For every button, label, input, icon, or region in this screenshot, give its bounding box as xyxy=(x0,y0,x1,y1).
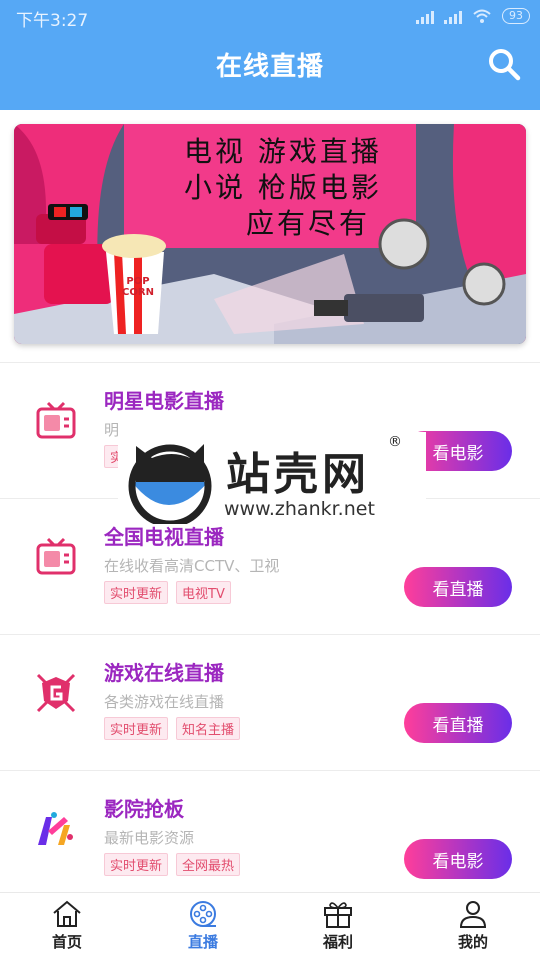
status-icons: 93 xyxy=(416,8,530,24)
tag: 电视TV xyxy=(176,581,231,604)
nav-home[interactable]: 首页 xyxy=(27,899,107,952)
watermark-url: www.zhankr.net xyxy=(224,498,375,520)
watch-live-button[interactable]: 看直播 xyxy=(404,703,512,743)
promo-banner[interactable]: 电视 游戏直播 小说 枪版电影 应有尽有 POP CORN xyxy=(14,124,526,344)
watermark-brand: 站壳网 xyxy=(226,449,370,500)
red-cinema-chair xyxy=(44,244,114,304)
signal-icon xyxy=(416,8,434,24)
nav-label: 直播 xyxy=(187,933,218,951)
home-icon xyxy=(53,900,81,927)
app-header: 在线直播 xyxy=(0,34,540,110)
tag: 实时更新 xyxy=(104,853,169,876)
nav-mine[interactable]: 我的 xyxy=(433,899,513,952)
nav-label: 首页 xyxy=(51,933,82,951)
card-subtitle: 各类游戏在线直播 xyxy=(104,693,225,711)
page-title: 在线直播 xyxy=(215,52,324,82)
game-shield-icon xyxy=(36,673,76,713)
card-subtitle: 在线收看高清CCTV、卫视 xyxy=(104,557,280,575)
battery-indicator: 93 xyxy=(502,8,530,24)
bottom-nav: 首页 直播 福利 我的 xyxy=(0,892,540,961)
cat-logo-icon xyxy=(128,444,212,528)
watermark: 站壳网 ® www.zhankr.net xyxy=(118,432,426,528)
list-item-cinema-cam[interactable]: 影院抢板 最新电影资源 实时更新 全网最热 看电影 xyxy=(0,770,540,905)
nav-welfare[interactable]: 福利 xyxy=(298,899,378,952)
cinema-logo-icon xyxy=(38,812,73,845)
wifi-icon xyxy=(473,9,491,23)
tag: 实时更新 xyxy=(104,717,169,740)
tag: 实时更新 xyxy=(104,581,169,604)
card-tags: 实时更新 电视TV xyxy=(104,581,231,604)
search-icon[interactable] xyxy=(484,44,524,84)
tv-icon xyxy=(36,537,76,575)
watermark-reg: ® xyxy=(388,434,402,450)
card-title: 全国电视直播 xyxy=(104,525,224,549)
card-title: 游戏在线直播 xyxy=(104,661,224,685)
card-tags: 实时更新 知名主播 xyxy=(104,717,241,740)
card-subtitle: 最新电影资源 xyxy=(104,829,195,847)
nav-live[interactable]: 直播 xyxy=(163,899,243,952)
film-reel-icon xyxy=(190,901,216,927)
nav-label: 福利 xyxy=(322,933,353,951)
tag: 知名主播 xyxy=(176,717,241,740)
popcorn-label: POP CORN xyxy=(122,276,154,298)
card-tags: 实时更新 全网最热 xyxy=(104,853,241,876)
gift-icon xyxy=(324,902,352,928)
watch-live-button[interactable]: 看直播 xyxy=(404,567,512,607)
banner-line-3: 应有尽有 xyxy=(246,207,371,240)
tag: 全网最热 xyxy=(176,853,241,876)
user-icon xyxy=(459,901,487,928)
card-title: 影院抢板 xyxy=(104,797,184,821)
card-title: 明星电影直播 xyxy=(104,389,224,413)
signal-icon xyxy=(444,8,462,24)
watch-movie-button[interactable]: 看电影 xyxy=(404,839,512,879)
status-time: 下午3:27 xyxy=(16,11,89,31)
tv-icon xyxy=(36,401,76,439)
status-bar: 下午3:27 93 xyxy=(0,0,540,34)
card-subtitle: 明 xyxy=(104,421,120,439)
nav-label: 我的 xyxy=(457,933,488,951)
banner-line-2: 小说 枪版电影 xyxy=(184,171,382,204)
list-item-game-live[interactable]: 游戏在线直播 各类游戏在线直播 实时更新 知名主播 看直播 xyxy=(0,634,540,769)
banner-line-1: 电视 游戏直播 xyxy=(184,135,382,168)
